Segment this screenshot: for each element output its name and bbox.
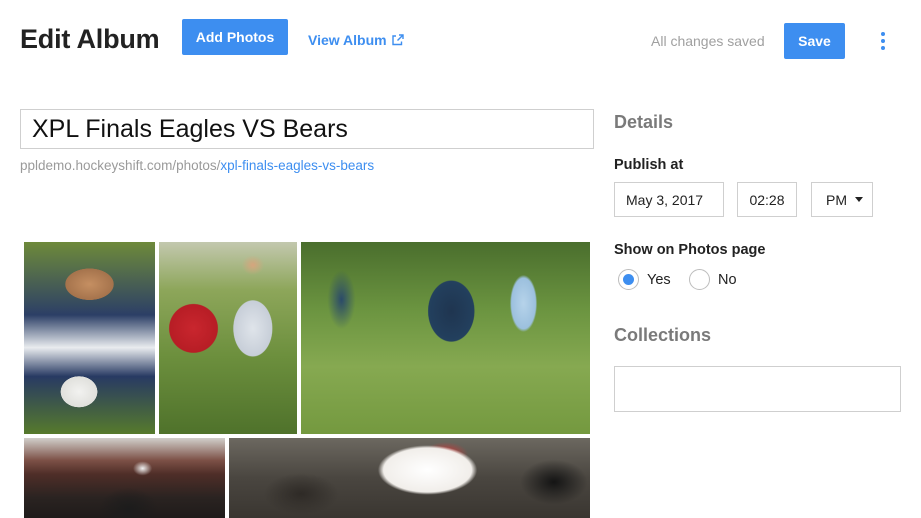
album-url-slug[interactable]: xpl-finals-eagles-vs-bears — [220, 158, 374, 173]
external-link-icon — [391, 34, 404, 46]
save-status: All changes saved — [651, 33, 765, 49]
caret-down-icon — [855, 197, 863, 202]
radio-no-label: No — [718, 271, 737, 288]
collections-input[interactable] — [614, 366, 901, 412]
add-photos-button[interactable]: Add Photos — [182, 19, 288, 55]
show-on-photos-label: Show on Photos page — [614, 242, 766, 258]
ampm-value: PM — [826, 191, 847, 208]
radio-selected-dot — [623, 274, 634, 285]
radio-yes[interactable]: Yes — [618, 269, 671, 290]
view-album-label: View Album — [308, 32, 387, 48]
album-url-base: ppldemo.hockeyshift.com/photos/ — [20, 158, 221, 173]
save-button[interactable]: Save — [784, 23, 845, 59]
publish-time-field[interactable]: 02:28 — [737, 182, 797, 217]
album-photo[interactable] — [24, 242, 155, 434]
radio-yes-label: Yes — [647, 271, 671, 288]
album-title-input[interactable] — [20, 109, 594, 149]
collections-heading: Collections — [614, 325, 712, 345]
details-heading: Details — [614, 112, 674, 132]
album-photo[interactable] — [24, 438, 225, 518]
page-title: Edit Album — [20, 24, 160, 54]
album-photo[interactable] — [159, 242, 297, 434]
more-options-icon[interactable] — [873, 30, 893, 52]
radio-no[interactable]: No — [689, 269, 737, 290]
ampm-select[interactable]: PM — [811, 182, 873, 217]
publish-at-label: Publish at — [614, 157, 684, 173]
album-photo[interactable] — [301, 242, 590, 434]
view-album-link[interactable]: View Album — [308, 32, 404, 48]
album-url: ppldemo.hockeyshift.com/photos/xpl-final… — [20, 158, 374, 173]
album-photo[interactable] — [229, 438, 590, 518]
publish-date-field[interactable]: May 3, 2017 — [614, 182, 724, 217]
radio-yes-circle[interactable] — [618, 269, 639, 290]
radio-no-circle[interactable] — [689, 269, 710, 290]
